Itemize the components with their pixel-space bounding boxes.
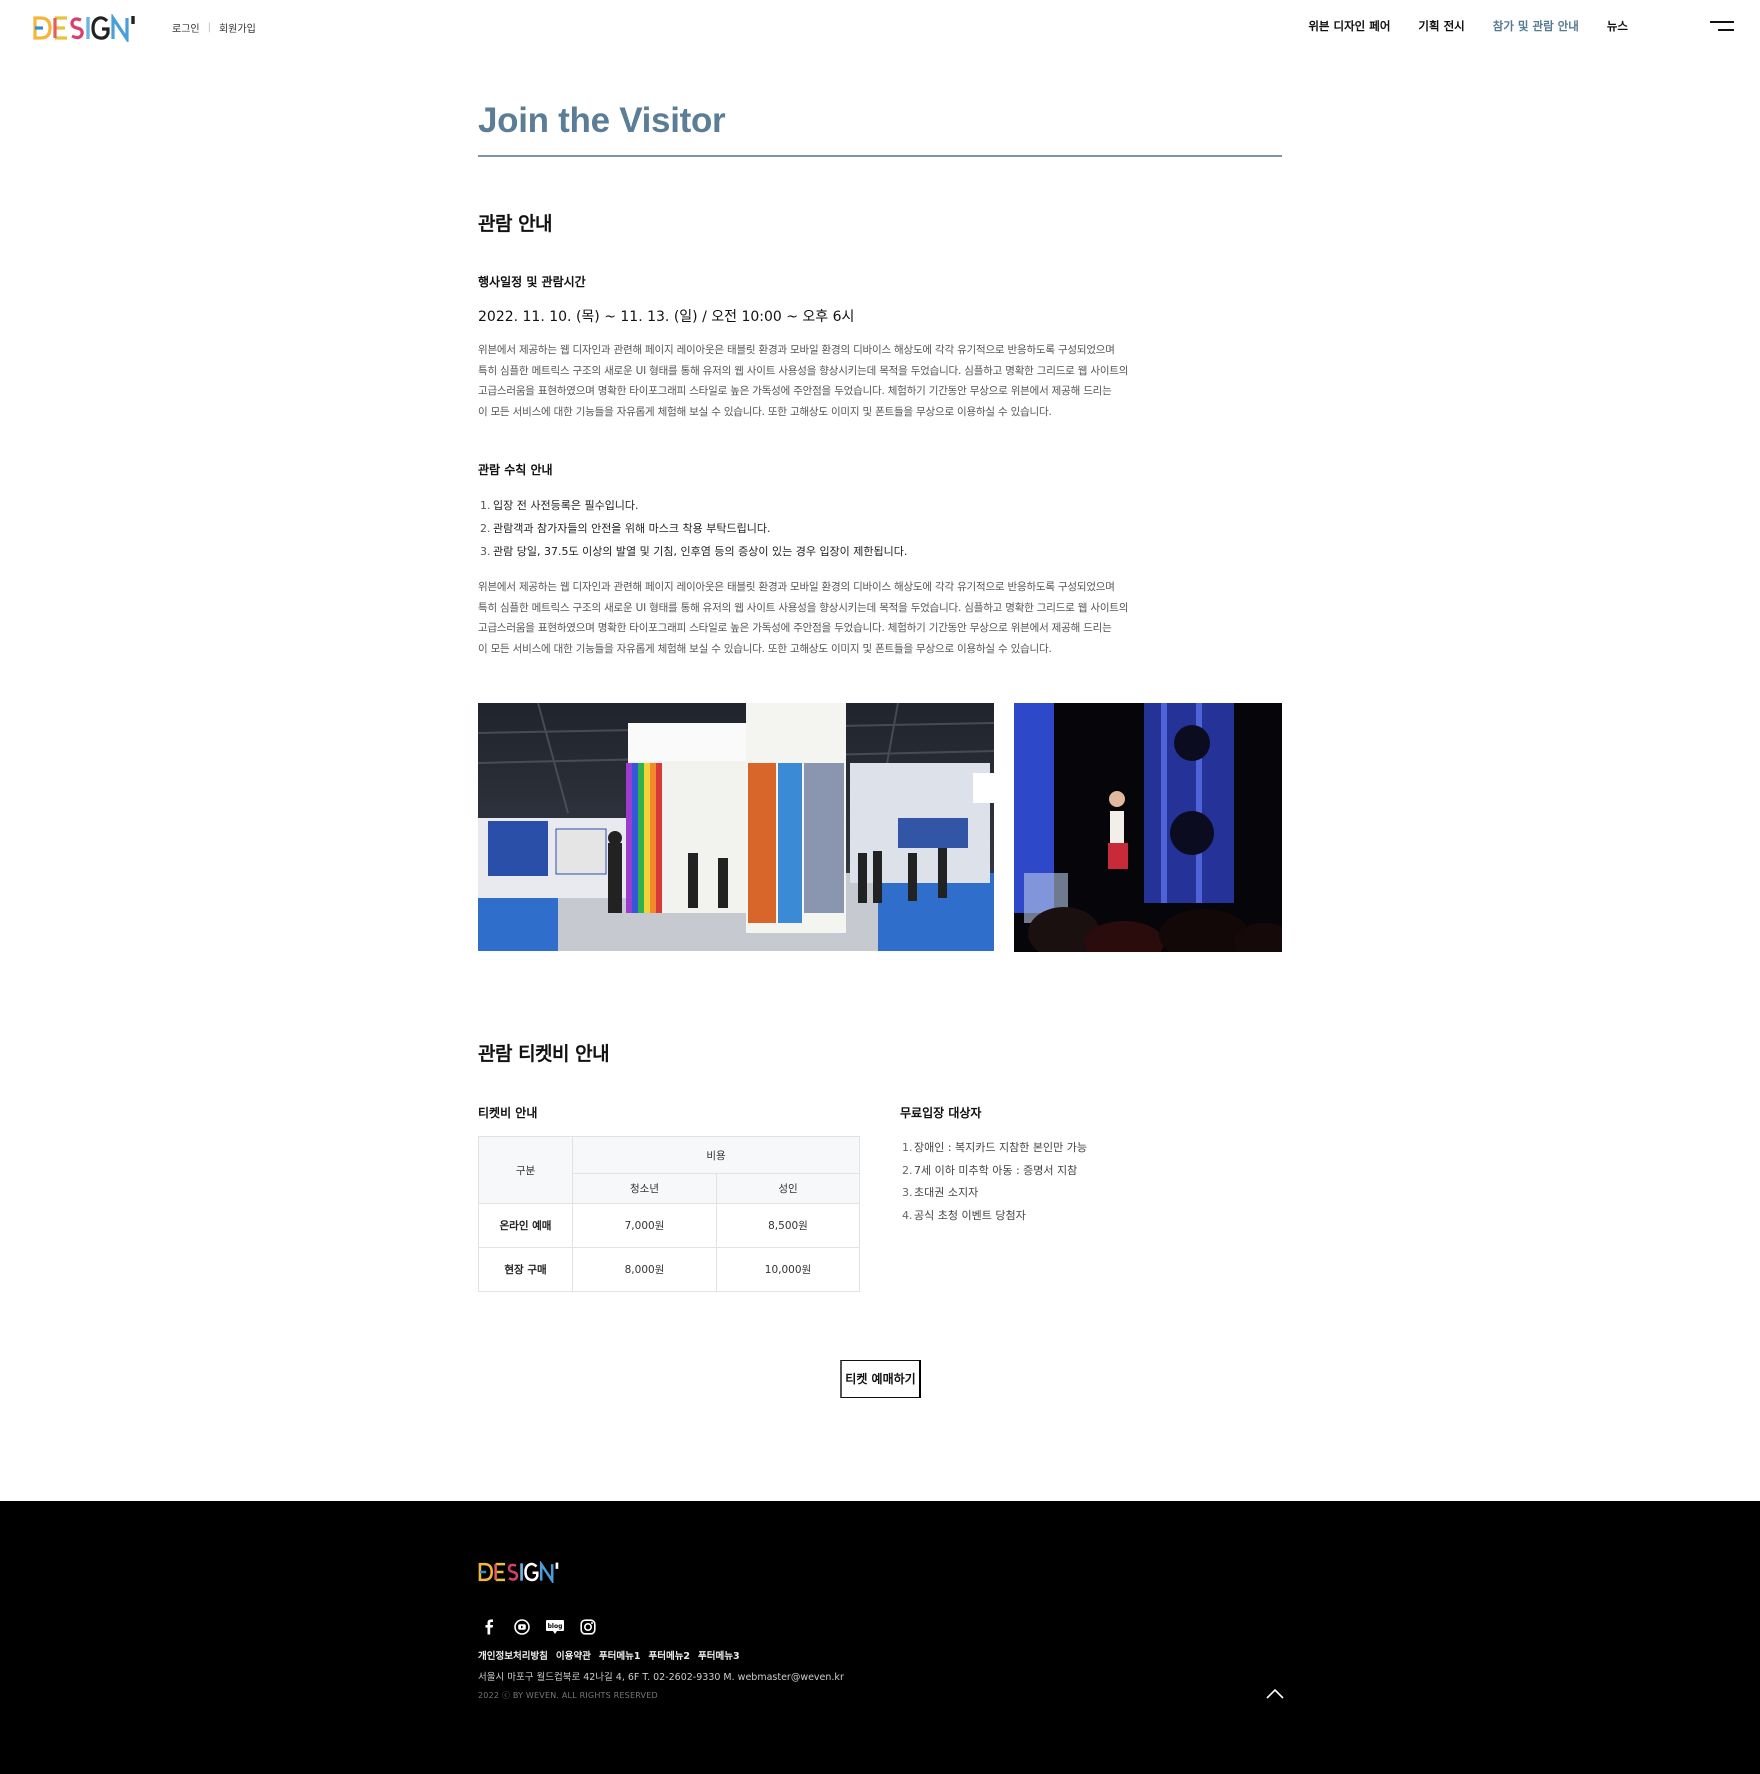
visit-heading: 관람 안내 <box>478 213 553 235</box>
list-item: 3. 관람 당일, 37.5도 이상의 발열 및 기침, 인후염 등의 증상이 있… <box>480 544 908 558</box>
footer-logo[interactable] <box>478 1559 562 1587</box>
description-line: 고급스러움을 표현하였으며 명확한 타이포그래피 스타일로 높은 가독성에 주안… <box>478 385 1112 398</box>
description-line: 이 모든 서비스에 대한 기능들을 자유롭게 체험해 보실 수 있습니다. 또한… <box>478 405 1052 418</box>
description-line: 고급스러움을 표현하였으며 명확한 타이포그래피 스타일로 높은 가독성에 주안… <box>478 622 1112 635</box>
nav-item-design-fair[interactable]: 위븐 디자인 페어 <box>1308 18 1390 34</box>
table-row: 온라인 예매 7,000원 8,500원 <box>478 1203 860 1248</box>
conference-speaker-photo <box>1014 703 1282 952</box>
brand-logo[interactable] <box>33 14 139 42</box>
footer-links: 개인정보처리방침 이용약관 푸터메뉴1 푸터메뉴2 푸터메뉴3 <box>478 1648 740 1662</box>
nav-item-visitor-guide[interactable]: 참가 및 관람 안내 <box>1493 18 1579 34</box>
login-link[interactable]: 로그인 <box>172 20 200 35</box>
instagram-icon[interactable] <box>577 1616 599 1638</box>
description-line: 특히 심플한 메트릭스 구조의 새로운 UI 형태를 통해 유저의 웹 사이트 … <box>478 601 1129 614</box>
visit-description: 위븐에서 제공하는 웹 디자인과 관련해 페이지 레이아웃은 태블릿 환경과 모… <box>478 340 1178 422</box>
nav-item-exhibition[interactable]: 기획 전시 <box>1418 18 1464 34</box>
list-item: 1. 장애인 : 복지카드 지참한 본인만 가능 <box>902 1141 1087 1154</box>
page-title: Join the Visitor <box>478 101 726 140</box>
schedule-heading: 행사일정 및 관람시간 <box>478 275 586 289</box>
sns-links: blog <box>478 1616 599 1638</box>
free-entry-list: 1. 장애인 : 복지카드 지참한 본인만 가능 2. 7세 이하 미추학 아동 :… <box>900 1137 1087 1228</box>
ticket-price-table: 구분 비용 청소년 성인 온라인 예매 7,000원 8,500원 현장 구매 … <box>478 1136 860 1292</box>
table-header-category: 구분 <box>478 1136 573 1204</box>
footer-link-menu2[interactable]: 푸터메뉴2 <box>648 1648 690 1662</box>
description-line: 이 모든 서비스에 대한 기능들을 자유롭게 체험해 보실 수 있습니다. 또한… <box>478 642 1052 655</box>
hamburger-icon[interactable] <box>1710 21 1734 33</box>
table-header-adult: 성인 <box>716 1173 860 1204</box>
description-line: 특히 심플한 메트릭스 구조의 새로운 UI 형태를 통해 유저의 웹 사이트 … <box>478 364 1129 377</box>
ticket-reservation-button[interactable]: 티켓 예매하기 <box>840 1360 921 1398</box>
table-header-youth: 청소년 <box>572 1173 717 1204</box>
free-entry-heading: 무료입장 대상자 <box>900 1106 982 1120</box>
table-cell: 10,000원 <box>716 1247 860 1292</box>
exhibition-hall-photo <box>478 703 994 951</box>
logo-mark-icon <box>33 14 135 42</box>
site-footer: blog 개인정보처리방침 이용약관 푸터메뉴1 푸터메뉴2 푸터메뉴3 서울시… <box>0 1501 1760 1774</box>
main-nav: 위븐 디자인 페어 기획 전시 참가 및 관람 안내 뉴스 <box>1308 18 1628 34</box>
auth-links: 로그인 | 회원가입 <box>172 20 256 35</box>
footer-link-menu3[interactable]: 푸터메뉴3 <box>698 1648 740 1662</box>
visit-description-2: 위븐에서 제공하는 웹 디자인과 관련해 페이지 레이아웃은 태블릿 환경과 모… <box>478 577 1178 659</box>
table-row: 현장 구매 8,000원 10,000원 <box>478 1247 860 1292</box>
footer-link-menu1[interactable]: 푸터메뉴1 <box>599 1648 641 1662</box>
table-cell: 온라인 예매 <box>478 1203 573 1248</box>
footer-copyright: 2022 ⓒ BY WEVEN. ALL RIGHTS RESERVED <box>478 1691 658 1700</box>
footer-address: 서울시 마포구 월드컵북로 42나길 4, 6F T. 02-2602-9330… <box>478 1672 844 1683</box>
youtube-icon[interactable] <box>511 1616 533 1638</box>
footer-link-privacy[interactable]: 개인정보처리방침 <box>478 1648 548 1662</box>
signup-link[interactable]: 회원가입 <box>219 20 256 35</box>
footer-link-terms[interactable]: 이용약관 <box>556 1648 591 1662</box>
list-item: 4. 공식 초청 이벤트 당첨자 <box>902 1209 1026 1223</box>
table-header-cost: 비용 <box>572 1136 860 1174</box>
title-divider <box>478 155 1282 157</box>
list-item: 3. 초대권 소지자 <box>902 1186 979 1200</box>
table-cell: 7,000원 <box>572 1203 717 1248</box>
ticket-heading: 관람 티켓비 안내 <box>478 1043 610 1065</box>
ticket-table-heading: 티켓비 안내 <box>478 1106 538 1120</box>
table-cell: 현장 구매 <box>478 1247 573 1292</box>
rules-list: 1. 입장 전 사전등록은 필수입니다. 2. 관람객과 참가자들의 안전을 위해 … <box>478 495 907 563</box>
description-line: 위븐에서 제공하는 웹 디자인과 관련해 페이지 레이아웃은 태블릿 환경과 모… <box>478 344 1115 356</box>
list-item: 2. 관람객과 참가자들의 안전을 위해 마스크 착용 부탁드립니다. <box>480 521 771 535</box>
schedule-text: 2022. 11. 10. (목) ~ 11. 13. (일) / 오전 10:… <box>478 309 855 325</box>
nav-item-news[interactable]: 뉴스 <box>1607 18 1628 34</box>
site-header: 로그인 | 회원가입 위븐 디자인 페어 기획 전시 참가 및 관람 안내 뉴스 <box>0 0 1760 56</box>
facebook-icon[interactable] <box>478 1616 500 1638</box>
table-cell: 8,000원 <box>572 1247 717 1292</box>
auth-separator: | <box>207 22 211 33</box>
description-line: 위븐에서 제공하는 웹 디자인과 관련해 페이지 레이아웃은 태블릿 환경과 모… <box>478 581 1115 593</box>
svg-text:blog: blog <box>548 1623 563 1630</box>
scroll-top-icon[interactable] <box>1264 1686 1286 1702</box>
blog-icon[interactable]: blog <box>544 1616 566 1638</box>
list-item: 2. 7세 이하 미추학 아동 : 증명서 지참 <box>902 1163 1078 1177</box>
rules-heading: 관람 수칙 안내 <box>478 463 553 477</box>
table-cell: 8,500원 <box>716 1203 860 1248</box>
list-item: 1. 입장 전 사전등록은 필수입니다. <box>480 499 639 512</box>
logo-mark-icon <box>478 1559 559 1585</box>
